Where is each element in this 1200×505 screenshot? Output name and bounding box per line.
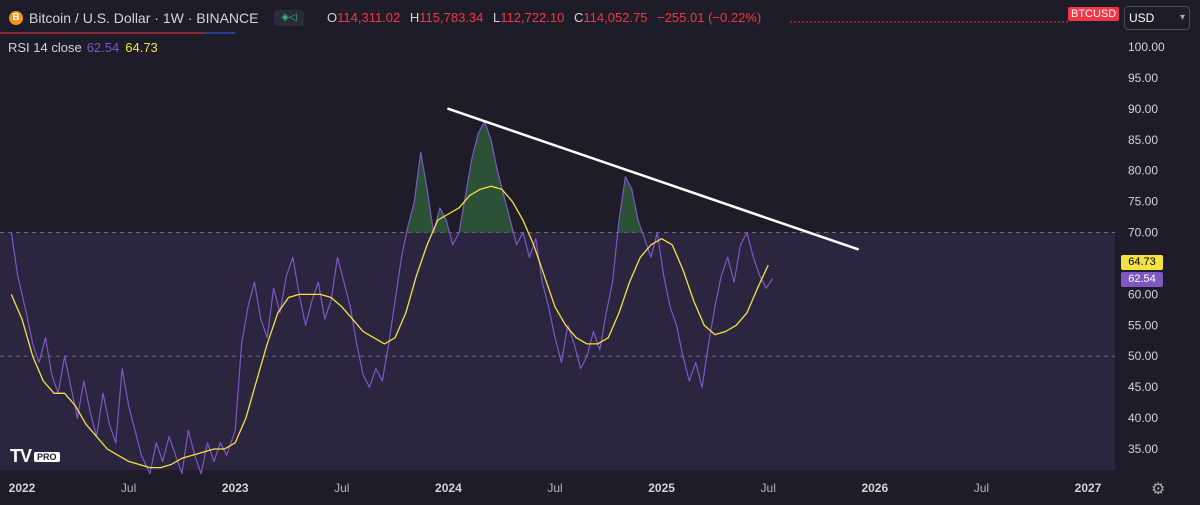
y-tick-label: 85.00 [1128,133,1158,147]
tv-logo-mark: TV [10,446,32,466]
x-tick-label: 2024 [435,481,462,495]
x-tick-label: 2027 [1075,481,1102,495]
open-key: O [327,10,338,25]
y-tick-label: 100.00 [1128,40,1165,54]
change-value: −255.01 (−0.22%) [657,10,762,25]
x-tick-label: Jul [974,481,989,495]
rsi-last-value-tag: 62.54 [1121,272,1163,287]
y-tick-label: 60.00 [1128,287,1158,301]
y-tick-label: 90.00 [1128,102,1158,116]
y-tick-label: 70.00 [1128,226,1158,240]
y-tick-label: 75.00 [1128,195,1158,209]
x-tick-label: 2025 [648,481,675,495]
indicator-icon[interactable]: ◈◁ [274,10,304,26]
x-tick-label: Jul [121,481,136,495]
x-tick-label: Jul [334,481,349,495]
gear-icon[interactable]: ⚙ [1151,479,1165,499]
close-key: C [573,10,584,25]
x-tick-label: 2023 [222,481,249,495]
indicator-legend[interactable]: RSI 14 close 62.54 64.73 [8,40,158,55]
header-bar: B Bitcoin / U.S. Dollar · 1W · BINANCE ◈… [0,0,1200,36]
y-tick-label: 95.00 [1128,71,1158,85]
ma-last-value-tag: 64.73 [1121,255,1163,270]
x-tick-label: Jul [547,481,562,495]
ohlc-readout: O114,311.02 H115,783.34 L112,722.10 C114… [321,0,761,36]
y-tick-label: 40.00 [1128,411,1158,425]
y-tick-label: 45.00 [1128,380,1158,394]
ma-value: 64.73 [125,40,158,55]
indicator-name: RSI 14 close [8,40,82,55]
x-tick-label: Jul [761,481,776,495]
y-tick-label: 80.00 [1128,164,1158,178]
currency-value: USD [1129,11,1155,25]
high-key: H [409,10,420,25]
y-tick-label: 55.00 [1128,318,1158,332]
rsi-value: 62.54 [86,40,120,55]
overbought-fill-area [459,121,514,233]
x-tick-label: 2022 [9,481,36,495]
low-value: 112,722.10 [500,10,565,25]
chart-root: 35.0040.0045.0050.0055.0060.0065.0070.00… [0,0,1200,505]
overbought-fill-area [406,152,434,233]
symbol-title[interactable]: Bitcoin / U.S. Dollar · 1W · BINANCE [29,0,259,36]
open-value: 114,311.02 [337,10,401,25]
pro-badge: PRO [34,451,60,462]
y-tick-label: 50.00 [1128,349,1158,363]
rsi-band-background [0,232,1115,470]
chevron-down-icon: ▾ [1179,12,1185,23]
rsi-chart[interactable]: 35.0040.0045.0050.0055.0060.0065.0070.00… [0,0,1200,505]
y-tick-label: 35.00 [1128,442,1158,456]
high-value: 115,783.34 [419,10,484,25]
tradingview-logo[interactable]: TV PRO [10,446,60,467]
symbol-price-badge: BTCUSD [1068,7,1120,21]
x-tick-label: 2026 [861,481,888,495]
close-value: 114,052.75 [583,10,648,25]
bitcoin-icon[interactable]: B [9,11,23,25]
currency-select[interactable]: USD ▾ [1124,6,1190,30]
